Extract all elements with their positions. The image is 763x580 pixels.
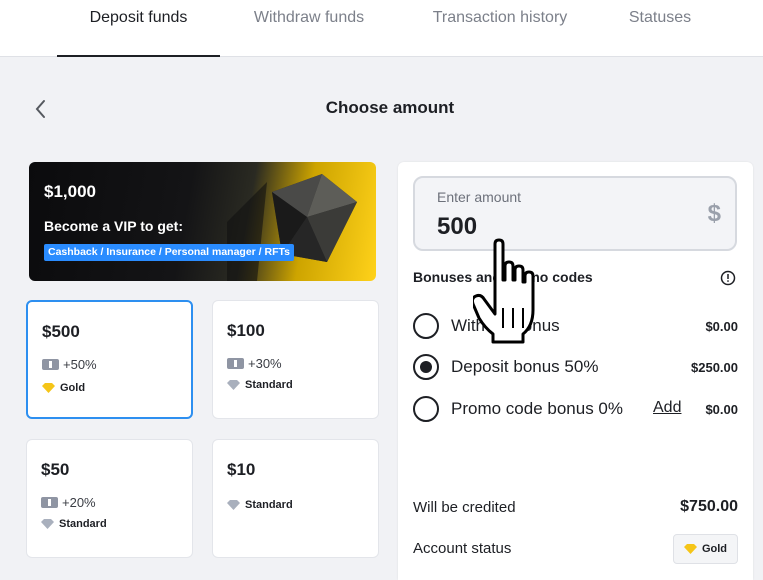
tab-transaction-history[interactable]: Transaction history: [410, 0, 590, 57]
card-bonus: +50%: [42, 357, 97, 372]
active-tab-indicator: [57, 55, 220, 57]
currency-symbol: $: [707, 200, 721, 227]
radio-button-selected[interactable]: [413, 354, 439, 380]
account-status-label: Account status: [413, 540, 512, 557]
card-amount: $50: [41, 460, 70, 479]
card-status: Standard: [227, 499, 293, 511]
standard-gem-icon: [227, 500, 240, 510]
radio-button[interactable]: [413, 313, 439, 339]
credited-label: Will be credited: [413, 499, 516, 516]
card-bonus-value: +50%: [63, 357, 97, 372]
amount-field[interactable]: Enter amount $: [413, 176, 737, 251]
amount-card-10[interactable]: $10 Standard: [212, 439, 379, 558]
account-status-badge: Gold: [672, 534, 738, 564]
amount-input[interactable]: [437, 212, 667, 242]
gold-gem-icon: [683, 544, 697, 554]
top-nav: Deposit funds Withdraw funds Transaction…: [0, 0, 763, 57]
bonus-option-value: $0.00: [705, 319, 738, 334]
card-bonus-value: +30%: [248, 356, 282, 371]
card-bonus: +30%: [227, 356, 282, 371]
credited-value: $750.00: [680, 498, 738, 515]
amount-label: Enter amount: [437, 189, 522, 205]
standard-gem-icon: [227, 380, 240, 390]
bonus-option-label: Promo code bonus 0%: [451, 399, 623, 418]
radio-button[interactable]: [413, 396, 439, 422]
ticket-icon: [42, 359, 59, 370]
ticket-icon: [227, 358, 244, 369]
add-promo-link[interactable]: Add: [653, 399, 681, 417]
info-icon[interactable]: [720, 270, 736, 286]
card-status-label: Standard: [59, 518, 107, 530]
card-amount: $100: [227, 321, 265, 340]
bonus-option-deposit[interactable]: Deposit bonus 50% $250.00: [413, 352, 738, 382]
amount-card-50[interactable]: $50 +20% Standard: [26, 439, 193, 558]
card-bonus-value: +20%: [62, 495, 96, 510]
bonus-option-label: Deposit bonus 50%: [451, 357, 599, 376]
page-title: Choose amount: [325, 98, 455, 117]
diamond-graphic-icon: [227, 174, 357, 281]
card-amount: $500: [42, 322, 80, 341]
amount-card-500[interactable]: $500 +50% Gold: [26, 300, 193, 419]
vip-amount: $1,000: [44, 182, 96, 201]
chevron-left-icon: [35, 100, 45, 118]
ticket-icon: [41, 497, 58, 508]
back-button[interactable]: [30, 96, 52, 122]
amount-card-100[interactable]: $100 +30% Standard: [212, 300, 379, 419]
vip-banner[interactable]: $1,000 Become a VIP to get: Cashback / I…: [29, 162, 376, 281]
standard-gem-icon: [41, 519, 54, 529]
tab-deposit-funds[interactable]: Deposit funds: [57, 0, 220, 57]
card-status-label: Standard: [245, 499, 293, 511]
tab-statuses[interactable]: Statuses: [605, 0, 715, 57]
vip-perks-chip: Cashback / Insurance / Personal manager …: [44, 244, 294, 261]
bonus-option-promo[interactable]: Promo code bonus 0% Add $0.00: [413, 394, 738, 424]
card-bonus: +20%: [41, 495, 96, 510]
deposit-panel: Enter amount $ Bonuses and promo codes W…: [398, 162, 753, 580]
vip-subtitle: Become a VIP to get:: [44, 218, 184, 234]
card-status: Standard: [41, 518, 107, 530]
card-status-label: Gold: [60, 382, 86, 394]
tab-withdraw-funds[interactable]: Withdraw funds: [228, 0, 390, 57]
bonus-option-value: $250.00: [691, 360, 738, 375]
bonus-option-without[interactable]: Without bonus $0.00: [413, 311, 738, 341]
card-status: Standard: [227, 379, 293, 391]
bonus-option-value: $0.00: [705, 402, 738, 417]
card-amount: $10: [227, 460, 256, 479]
account-status-value: Gold: [701, 543, 727, 555]
card-status-label: Standard: [245, 379, 293, 391]
gold-gem-icon: [42, 383, 55, 393]
card-status: Gold: [42, 382, 85, 394]
bonuses-heading: Bonuses and promo codes: [413, 269, 593, 285]
bonus-option-label: Without bonus: [451, 316, 560, 335]
